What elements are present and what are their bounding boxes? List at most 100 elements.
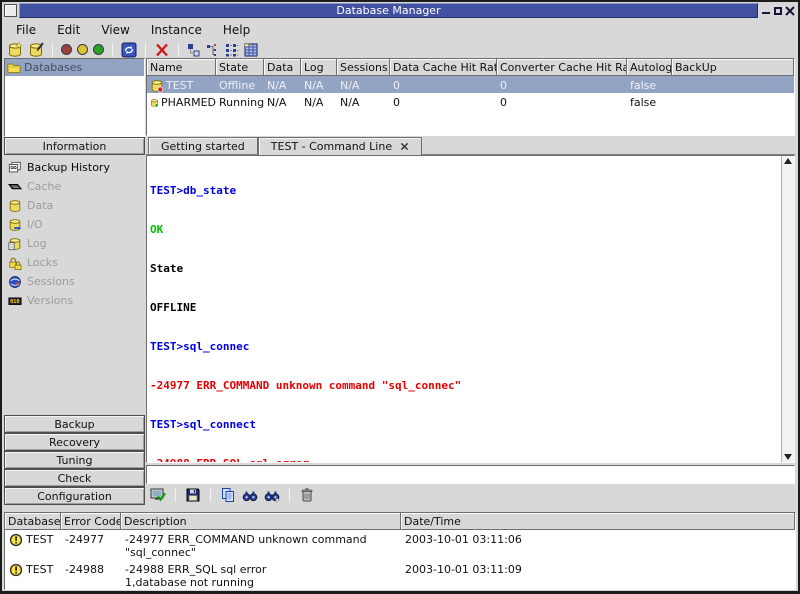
database-table-header: Name State Data Log Sessions Data Cache … <box>147 59 794 76</box>
column-header-data-cache-hit-rate[interactable]: Data Cache Hit Rate <box>390 59 497 76</box>
toolbar-separator <box>52 43 53 57</box>
database-offline-icon <box>150 79 164 93</box>
versions-icon: 010 <box>8 294 22 308</box>
close-icon[interactable] <box>785 5 795 17</box>
command-input[interactable] <box>146 465 795 484</box>
console-line: TEST>sql_connec <box>150 340 778 353</box>
sidebar-item-io[interactable]: I/O <box>6 215 145 234</box>
message-log-panel: Database Error Code Description Date/Tim… <box>4 512 796 590</box>
folder-icon <box>7 61 21 75</box>
column-header-database[interactable]: Database <box>5 513 61 530</box>
sidebar-item-data[interactable]: Data <box>6 196 145 215</box>
column-header-name[interactable]: Name <box>147 59 216 76</box>
column-header-sessions[interactable]: Sessions <box>337 59 390 76</box>
app-window: Database Manager File Edit View Instance… <box>0 0 800 594</box>
column-header-converter-cache-hit-rate[interactable]: Converter Cache Hit Rate <box>497 59 627 76</box>
column-header-log[interactable]: Log <box>301 59 337 76</box>
console-line: OK <box>150 223 778 236</box>
toolbar-separator <box>112 43 113 57</box>
menu-edit[interactable]: Edit <box>47 20 91 40</box>
menubar: File Edit View Instance Help <box>2 19 798 41</box>
backup-history-icon <box>8 161 22 175</box>
details-view-icon[interactable] <box>225 43 239 57</box>
menu-instance[interactable]: Instance <box>141 20 213 40</box>
console-line: -24988 ERR_SQL sql error <box>150 457 778 463</box>
check-button[interactable]: Check <box>4 469 145 487</box>
execute-icon[interactable] <box>150 487 166 503</box>
find-icon[interactable] <box>242 487 258 503</box>
column-header-autolog[interactable]: Autolog <box>627 59 672 76</box>
grid-view-icon[interactable] <box>244 43 258 57</box>
database-wizard-icon[interactable] <box>28 42 44 58</box>
log-row[interactable]: TEST -24988 -24988 ERR_SQL sql error 1,d… <box>5 560 795 590</box>
window-title: Database Manager <box>336 4 440 17</box>
cache-icon <box>8 180 22 194</box>
column-header-description[interactable]: Description <box>121 513 401 530</box>
sidebar-item-locks[interactable]: Locks <box>6 253 145 272</box>
scroll-down-icon[interactable] <box>784 454 792 460</box>
tab-getting-started[interactable]: Getting started <box>148 137 258 154</box>
tab-test-command-line[interactable]: TEST - Command Line <box>258 137 422 155</box>
console-line: -24977 ERR_COMMAND unknown command "sql_… <box>150 379 778 392</box>
database-table: Name State Data Log Sessions Data Cache … <box>146 58 795 136</box>
sidebar-item-sessions[interactable]: Sessions <box>6 272 145 291</box>
toolbar-separator <box>175 488 176 502</box>
menu-help[interactable]: Help <box>213 20 261 40</box>
save-icon[interactable] <box>185 487 201 503</box>
log-icon <box>8 237 22 251</box>
set-admin-icon[interactable] <box>77 44 88 55</box>
menu-file[interactable]: File <box>6 20 47 40</box>
console-line: TEST>db_state <box>150 184 778 197</box>
toolbar-separator <box>210 488 211 502</box>
warning-icon <box>9 533 23 547</box>
window-menu-icon[interactable] <box>4 4 17 17</box>
sidebar-item-versions[interactable]: 010 Versions <box>6 291 145 310</box>
menu-view[interactable]: View <box>91 20 140 40</box>
table-row[interactable]: TEST Offline N/A N/A N/A 0 0 false <box>147 76 794 93</box>
message-log-header: Database Error Code Description Date/Tim… <box>5 513 795 530</box>
recovery-button[interactable]: Recovery <box>4 433 145 451</box>
set-offline-icon[interactable] <box>61 44 72 55</box>
column-header-backup[interactable]: BackUp <box>672 59 794 76</box>
find-next-icon[interactable] <box>264 487 280 503</box>
sidebar-item-log[interactable]: Log <box>6 234 145 253</box>
command-line-output[interactable]: TEST>db_state OK State OFFLINE TEST>sql_… <box>146 155 795 463</box>
locks-icon <box>8 256 22 270</box>
tuning-button[interactable]: Tuning <box>4 451 145 469</box>
tab-close-icon[interactable] <box>400 142 409 151</box>
clear-icon[interactable] <box>299 487 315 503</box>
sidebar-item-cache[interactable]: Cache <box>6 177 145 196</box>
table-row[interactable]: PHARMED Running N/A N/A N/A 0 0 false <box>147 93 794 110</box>
log-row[interactable]: TEST -24977 -24977 ERR_COMMAND unknown c… <box>5 530 795 560</box>
set-online-icon[interactable] <box>93 44 104 55</box>
maximize-icon[interactable] <box>773 5 783 17</box>
scroll-up-icon[interactable] <box>784 158 792 164</box>
new-database-icon[interactable] <box>7 42 23 58</box>
scenario-view-icon[interactable] <box>206 43 220 57</box>
minimize-icon[interactable] <box>761 5 771 17</box>
main-area: Name State Data Log Sessions Data Cache … <box>146 58 795 505</box>
column-header-state[interactable]: State <box>216 59 264 76</box>
database-running-icon <box>150 96 159 110</box>
toolbar-separator <box>178 43 179 57</box>
information-header-button[interactable]: Information <box>4 137 145 155</box>
configuration-button[interactable]: Configuration <box>4 487 145 505</box>
column-header-datetime[interactable]: Date/Time <box>401 513 795 530</box>
databases-tree[interactable]: Databases <box>4 58 145 137</box>
console-line: State <box>150 262 778 275</box>
sidebar-item-backup-history[interactable]: Backup History <box>6 158 145 177</box>
column-header-error-code[interactable]: Error Code <box>61 513 121 530</box>
console-line: TEST>sql_connect <box>150 418 778 431</box>
sidebar-item-databases[interactable]: Databases <box>5 59 144 76</box>
titlebar-drag-area[interactable]: Database Manager <box>19 3 758 18</box>
column-header-data[interactable]: Data <box>264 59 301 76</box>
backup-button[interactable]: Backup <box>4 415 145 433</box>
delete-icon[interactable] <box>154 42 170 58</box>
copy-icon[interactable] <box>220 487 236 503</box>
properties-icon[interactable] <box>187 43 201 57</box>
io-icon <box>8 218 22 232</box>
vertical-scrollbar[interactable] <box>781 156 794 462</box>
refresh-icon[interactable] <box>121 42 137 58</box>
toolbar-separator <box>145 43 146 57</box>
databases-label: Databases <box>24 61 82 74</box>
